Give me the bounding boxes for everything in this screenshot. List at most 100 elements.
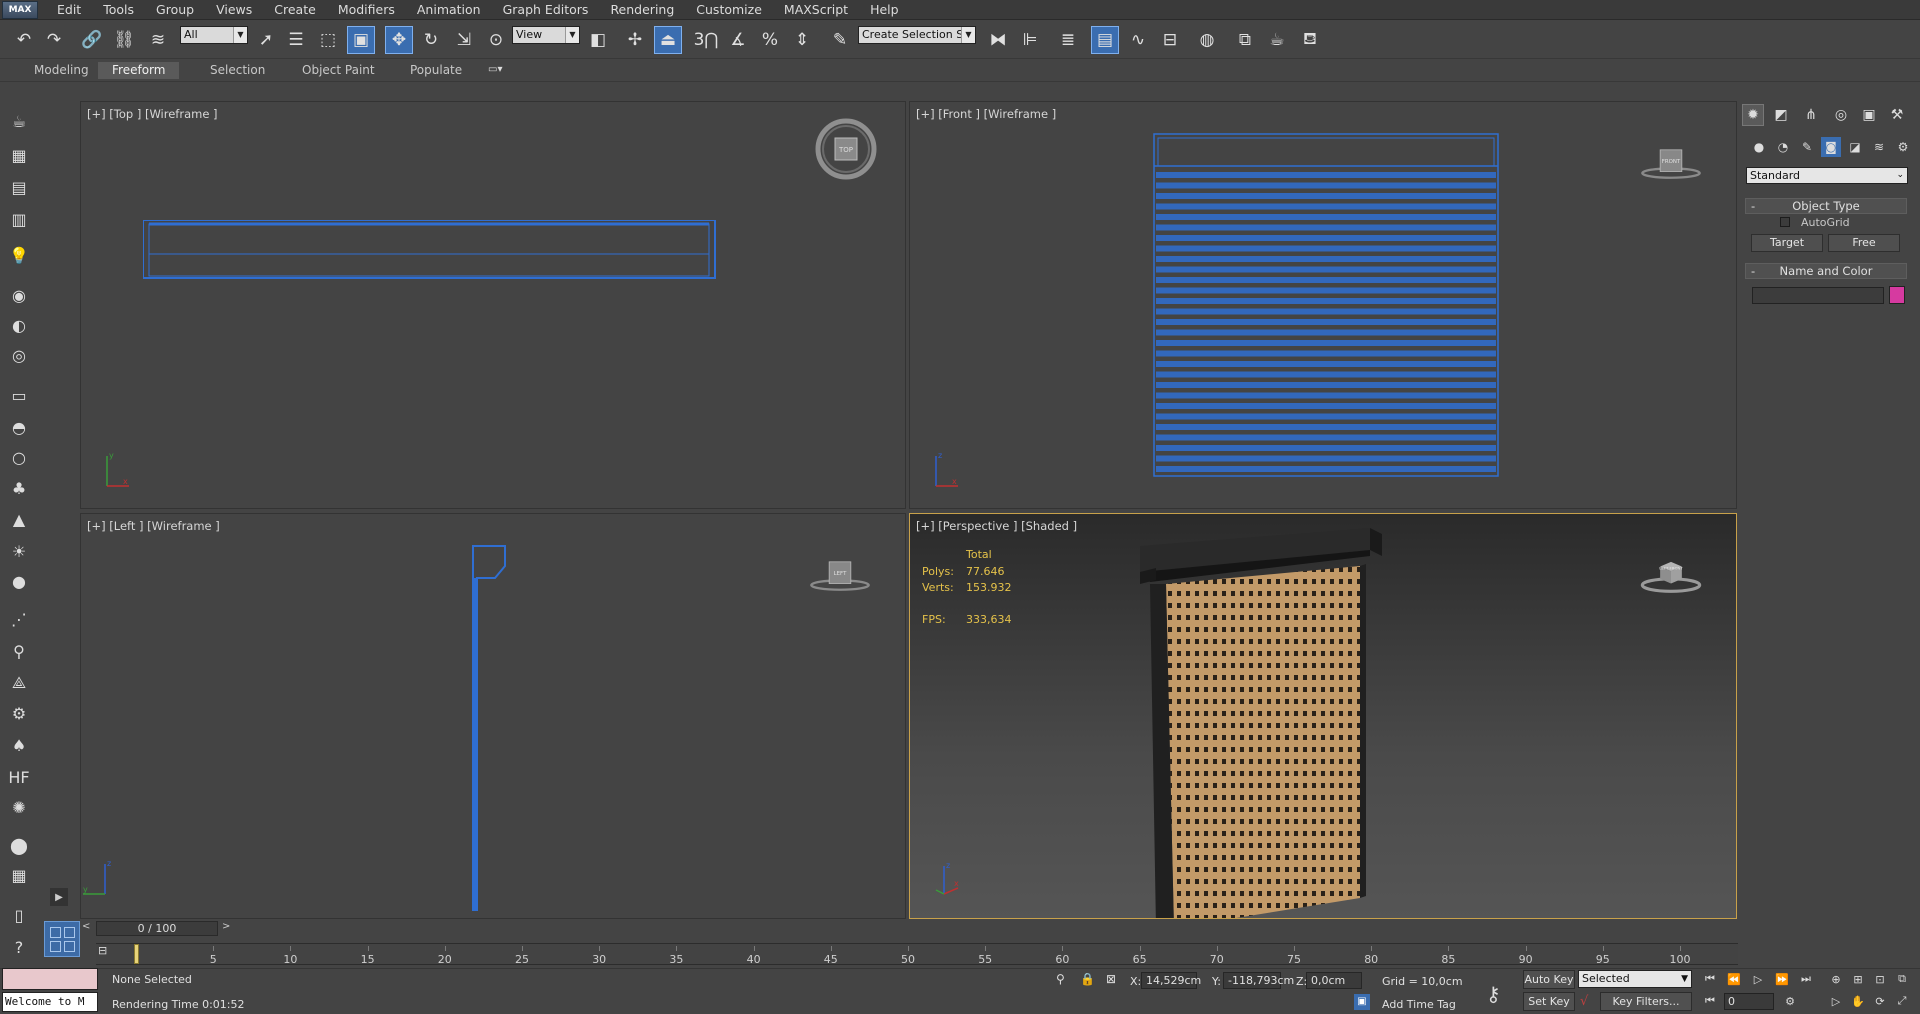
menu-tools[interactable]: Tools — [92, 0, 145, 20]
previous-key-icon[interactable]: ⏪ — [1724, 970, 1744, 988]
set-key-icon[interactable]: ⚷ — [1486, 982, 1501, 1006]
maxscript-listener-top[interactable] — [2, 968, 98, 990]
zoom-extents-all-icon[interactable]: ⧉ — [1892, 970, 1912, 988]
viewport-label[interactable]: [+] [Left ] [Wireframe ] — [87, 519, 220, 533]
material-editor-icon[interactable]: ◍ — [1193, 26, 1221, 54]
current-frame-field[interactable]: 0 — [1724, 993, 1774, 1010]
viewcube-left[interactable]: LEFT — [809, 544, 871, 606]
angle-snap-icon[interactable]: ∡ — [724, 26, 752, 54]
key-selection-dropdown[interactable]: Selected ▼ — [1578, 970, 1692, 988]
utilities-tab-icon[interactable]: ⚒ — [1886, 104, 1908, 126]
y-coordinate-field[interactable]: -118,793cm — [1223, 972, 1294, 989]
max-logo-button[interactable]: MAX — [2, 0, 38, 19]
z-coordinate-field[interactable]: 0,0cm — [1306, 972, 1362, 989]
key-mode-icon[interactable]: ⏮ — [1700, 992, 1720, 1010]
time-config-icon[interactable]: ⚙ — [1780, 992, 1800, 1010]
percent-snap-icon[interactable]: % — [756, 26, 784, 54]
viewport-top[interactable]: [+] [Top ] [Wireframe ] TOP y x — [80, 101, 906, 509]
render-setup-icon[interactable]: ⧉ — [1231, 26, 1259, 54]
go-to-end-icon[interactable]: ⏭ — [1796, 970, 1816, 988]
hf-icon[interactable]: HF — [7, 766, 31, 788]
shaded-sphere-icon[interactable]: ⬤ — [7, 834, 31, 856]
sun-icon[interactable]: ☀ — [7, 540, 31, 562]
sphere-icon[interactable]: ○ — [7, 446, 31, 468]
viewcube-top[interactable]: TOP — [815, 118, 877, 180]
undo-icon[interactable]: ↶ — [10, 26, 38, 54]
next-key-icon[interactable]: ⏩ — [1772, 970, 1792, 988]
frame-indicator[interactable]: 0 / 100 — [96, 921, 218, 936]
object-type-rollout[interactable]: - Object Type — [1745, 198, 1907, 214]
absolute-mode-icon[interactable]: ⊠ — [1106, 972, 1116, 986]
edit-named-sets-icon[interactable]: ✎ — [826, 26, 854, 54]
spinner-snap-icon[interactable]: ⇕ — [788, 26, 816, 54]
ball-icon[interactable]: ● — [7, 570, 31, 592]
go-to-start-icon[interactable]: ⏮ — [1700, 970, 1720, 988]
reference-coord-dropdown[interactable]: View ▼ — [512, 26, 580, 44]
menu-help[interactable]: Help — [859, 0, 910, 20]
maxscript-listener-input[interactable]: Welcome to M — [2, 992, 98, 1012]
help-icon[interactable]: ? — [7, 936, 31, 958]
zoom-extents-icon[interactable]: ⊡ — [1870, 970, 1890, 988]
selection-filter-dropdown[interactable]: All ▼ — [180, 26, 248, 44]
viewport-label[interactable]: [+] [Perspective ] [Shaded ] — [916, 519, 1077, 533]
ik-icon[interactable]: ⟁ — [7, 672, 31, 694]
category-dropdown[interactable]: Standard ⌄ — [1746, 167, 1908, 184]
helper-icon[interactable]: ◐ — [7, 314, 31, 336]
x-coordinate-field[interactable]: 14,529cm — [1141, 972, 1201, 989]
menu-graph-editors[interactable]: Graph Editors — [492, 0, 600, 20]
keyboard-shortcut-icon[interactable]: ⏏ — [654, 26, 682, 54]
target-button[interactable]: Target — [1751, 234, 1823, 252]
menu-maxscript[interactable]: MAXScript — [773, 0, 859, 20]
viewcube-perspective[interactable]: LEFT FRONT — [1640, 544, 1702, 606]
menu-rendering[interactable]: Rendering — [599, 0, 685, 20]
menu-modifiers[interactable]: Modifiers — [327, 0, 406, 20]
spacewarps-icon[interactable]: ≋ — [1869, 137, 1889, 157]
unlink-icon[interactable]: ⛓ — [110, 26, 138, 54]
light-icon[interactable]: 💡 — [7, 244, 31, 266]
isolate-icon[interactable]: ⚲ — [1056, 972, 1065, 986]
select-by-name-icon[interactable]: ☰ — [282, 26, 310, 54]
viewport-front[interactable]: [+] [Front ] [Wireframe ] FRONT z x — [909, 101, 1737, 509]
lock-icon[interactable]: 🔒 — [1080, 972, 1095, 986]
table-icon[interactable]: ▥ — [7, 208, 31, 230]
helpers-icon[interactable]: ◪ — [1845, 137, 1865, 157]
layer-explorer-icon[interactable]: ≣ — [1054, 26, 1082, 54]
viewcube-front[interactable]: FRONT — [1640, 132, 1702, 194]
mirror-icon[interactable]: ⧓ — [984, 26, 1012, 54]
lights-icon[interactable]: ✎ — [1797, 137, 1817, 157]
tab-populate[interactable]: Populate — [396, 62, 476, 79]
time-slider[interactable] — [96, 920, 1738, 936]
select-place-icon[interactable]: ⊙ — [482, 26, 510, 54]
calculator-icon[interactable]: ▤ — [7, 176, 31, 198]
autogrid-checkbox[interactable] — [1780, 217, 1790, 227]
key-filters-button[interactable]: Key Filters... — [1600, 992, 1692, 1011]
render-production-icon[interactable]: ⛾ — [1296, 26, 1324, 54]
current-frame-marker[interactable] — [134, 944, 139, 964]
expand-strip-icon[interactable]: ▶ — [50, 888, 68, 906]
particles-icon[interactable]: ⋰ — [7, 608, 31, 630]
fov-icon[interactable]: ▷ — [1826, 992, 1846, 1010]
plane-icon[interactable]: ▭ — [7, 384, 31, 406]
key-tangent-icon[interactable]: √ — [1580, 994, 1588, 1009]
cameras-icon[interactable]: ◙ — [1821, 137, 1841, 157]
viewport-label[interactable]: [+] [Top ] [Wireframe ] — [87, 107, 218, 121]
window-crossing-icon[interactable]: ▣ — [347, 26, 375, 54]
rendered-frame-icon[interactable]: ☕ — [1263, 26, 1291, 54]
gear-icon[interactable]: ⚙ — [7, 702, 31, 724]
viewport-layout-icon[interactable] — [44, 921, 80, 957]
film-icon[interactable]: ◎ — [7, 344, 31, 366]
time-tag-icon[interactable]: ▣ — [1354, 994, 1370, 1010]
shapes-icon[interactable]: ◔ — [1773, 137, 1793, 157]
set-key-button[interactable]: Set Key — [1523, 992, 1575, 1011]
zoom-all-icon[interactable]: ⊞ — [1848, 970, 1868, 988]
name-and-color-rollout[interactable]: - Name and Color — [1745, 263, 1907, 279]
viewport-label[interactable]: [+] [Front ] [Wireframe ] — [916, 107, 1056, 121]
movie-icon[interactable]: ▦ — [7, 864, 31, 886]
systems-icon[interactable]: ⚙ — [1893, 137, 1913, 157]
link-icon[interactable]: 🔗 — [78, 26, 106, 54]
schematic-view-icon[interactable]: ⊟ — [1156, 26, 1184, 54]
camera-icon[interactable]: ◉ — [7, 284, 31, 306]
track-bar[interactable] — [96, 943, 1738, 965]
rect-selection-icon[interactable]: ⬚ — [314, 26, 342, 54]
tab-modeling[interactable]: Modeling — [20, 62, 103, 79]
